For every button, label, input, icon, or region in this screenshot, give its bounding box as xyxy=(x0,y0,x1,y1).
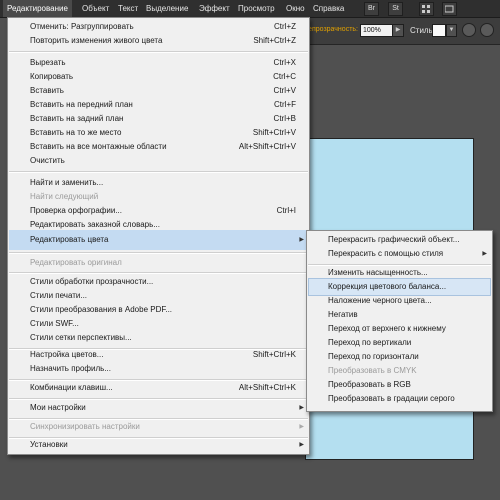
style-dropdown-button[interactable]: ▼ xyxy=(446,24,457,37)
submenu-arrow-icon: ▶ xyxy=(299,237,304,243)
menu-item-shortcut: Alt+Shift+Ctrl+K xyxy=(238,383,296,392)
menu-item-perspective-grid-presets[interactable]: Стили сетки перспективы... xyxy=(9,329,308,347)
menu-bar: Редактирование Объект Текст Выделение Эф… xyxy=(0,0,500,18)
grid-icon[interactable] xyxy=(419,2,434,16)
arrange-icon[interactable] xyxy=(442,2,457,16)
submenu-arrow-icon: ▶ xyxy=(299,424,304,430)
opacity-input[interactable]: 100% xyxy=(360,24,394,37)
document-setup-icon[interactable] xyxy=(462,23,476,37)
menu-separator xyxy=(9,171,308,173)
menu-item-shortcut: Shift+Ctrl+Z xyxy=(253,36,296,45)
menu-item-label: Назначить профиль... xyxy=(30,364,111,373)
control-bar: Непрозрачность: 100% ▶ Стиль: ▼ xyxy=(300,18,500,45)
submenu-item-convert-grayscale[interactable]: Преобразовать в градации серого xyxy=(308,390,491,408)
preferences-icon[interactable] xyxy=(480,23,494,37)
menu-item-label: Стили сетки перспективы... xyxy=(30,333,132,342)
menu-text[interactable]: Текст xyxy=(118,0,138,17)
menu-effect[interactable]: Эффект xyxy=(199,0,230,17)
menu-item-label: Перекрасить с помощью стиля xyxy=(328,249,444,258)
submenu-item-recolor-with-preset[interactable]: Перекрасить с помощью стиля ▶ xyxy=(308,245,491,263)
menu-item-clear[interactable]: Очистить xyxy=(9,152,308,170)
menu-item-label: Повторить изменения живого цвета xyxy=(30,36,163,45)
menu-item-label: Комбинации клавиш... xyxy=(30,383,113,392)
menu-item-redo[interactable]: Повторить изменения живого цвета Shift+Ct… xyxy=(9,32,308,50)
menu-select[interactable]: Выделение xyxy=(146,0,188,17)
edit-colors-submenu: Перекрасить графический объект... Перекр… xyxy=(306,230,493,412)
br-icon[interactable]: Br xyxy=(364,2,379,16)
menu-item-keyboard-shortcuts[interactable]: Комбинации клавиш... Alt+Shift+Ctrl+K xyxy=(9,379,308,397)
submenu-arrow-icon: ▶ xyxy=(299,405,304,411)
menu-item-label: Установки xyxy=(30,440,68,449)
submenu-arrow-icon: ▶ xyxy=(299,442,304,448)
submenu-arrow-icon: ▶ xyxy=(482,251,487,257)
menu-separator xyxy=(9,51,308,53)
menu-item-label: Преобразовать в градации серого xyxy=(328,394,455,403)
style-swatch[interactable] xyxy=(432,24,446,37)
menu-item-label: Редактировать оригинал xyxy=(30,258,122,267)
menu-edit[interactable]: Редактирование xyxy=(3,0,72,17)
menu-item-sync-settings: Синхронизировать настройки ▶ xyxy=(9,418,308,436)
menu-item-my-settings[interactable]: Мои настройки ▶ xyxy=(9,399,308,417)
menu-item-label: Синхронизировать настройки xyxy=(30,422,140,431)
menu-window[interactable]: Окно xyxy=(286,0,305,17)
menu-item-edit-colors[interactable]: Редактировать цвета ▶ xyxy=(9,230,308,250)
opacity-label: Непрозрачность: xyxy=(303,26,358,33)
menu-item-assign-profile[interactable]: Назначить профиль... xyxy=(9,360,308,378)
menu-object[interactable]: Объект xyxy=(82,0,109,17)
opacity-dropdown-button[interactable]: ▶ xyxy=(392,24,404,37)
menu-view[interactable]: Просмотр xyxy=(238,0,275,17)
edit-menu: Отменить: Разгруппировать Ctrl+Z Повторит… xyxy=(7,17,310,455)
menu-item-label: Очистить xyxy=(30,156,65,165)
st-icon[interactable]: St xyxy=(388,2,403,16)
menu-item-label: Мои настройки xyxy=(30,403,86,412)
menu-help[interactable]: Справка xyxy=(313,0,344,17)
menu-item-label: Редактировать цвета xyxy=(30,235,109,244)
menu-item-edit-original: Редактировать оригинал xyxy=(9,254,308,272)
menu-item-preferences[interactable]: Установки ▶ xyxy=(9,436,308,454)
